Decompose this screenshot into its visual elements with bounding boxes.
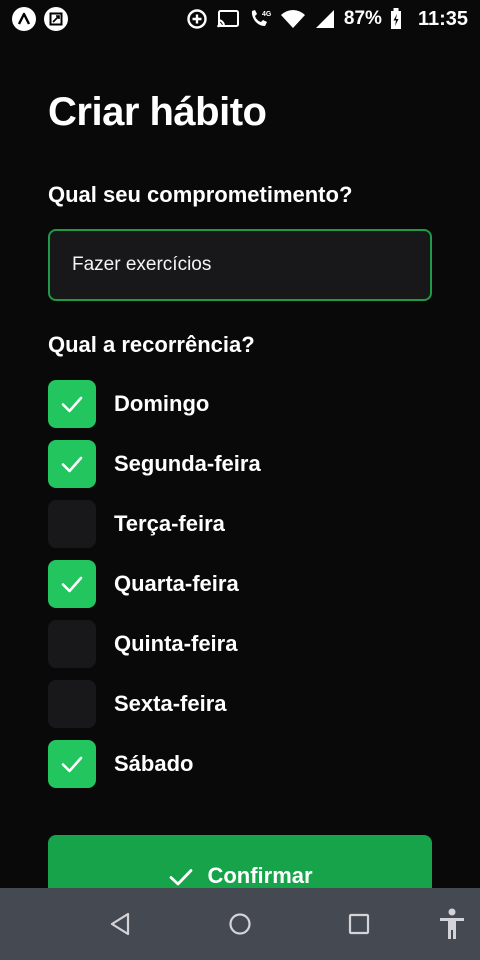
clock: 11:35	[417, 7, 468, 30]
wifi-call-icon: 4G	[248, 8, 272, 30]
signal-icon	[314, 9, 336, 29]
day-row-terca[interactable]: Terça-feira	[48, 500, 225, 548]
checkbox-quarta[interactable]	[48, 560, 96, 608]
day-row-segunda[interactable]: Segunda-feira	[48, 440, 261, 488]
status-bar-left	[12, 7, 68, 31]
day-row-sabado[interactable]: Sábado	[48, 740, 193, 788]
day-label: Segunda-feira	[114, 451, 261, 476]
day-label: Quarta-feira	[114, 571, 239, 596]
day-row-domingo[interactable]: Domingo	[48, 380, 209, 428]
day-label: Sábado	[114, 751, 194, 776]
box-icon	[44, 7, 68, 31]
commitment-input[interactable]: Fazer exercícios	[48, 229, 432, 301]
commitment-label: Qual seu comprometimento?	[48, 182, 353, 207]
status-bar: 4G 87% 11:35	[0, 0, 480, 38]
cast-icon	[216, 9, 240, 29]
day-label: Quinta-feira	[114, 631, 238, 656]
navigation-bar	[0, 888, 480, 960]
confirm-label: Confirmar	[207, 863, 313, 888]
add-circle-icon	[186, 8, 208, 30]
page-title: Criar hábito	[48, 90, 267, 134]
day-row-quinta[interactable]: Quinta-feira	[48, 620, 237, 668]
home-icon[interactable]	[224, 908, 256, 940]
check-icon	[61, 396, 83, 413]
day-label: Sexta-feira	[114, 691, 227, 716]
day-label: Domingo	[114, 391, 210, 416]
day-row-sexta[interactable]: Sexta-feira	[48, 680, 227, 728]
checkbox-segunda[interactable]	[48, 440, 96, 488]
checkbox-terca[interactable]	[48, 500, 96, 548]
screen: 4G 87% 11:35 Criar hábito Qual seu compr…	[0, 0, 480, 960]
accessibility-icon[interactable]	[436, 908, 468, 940]
check-icon	[61, 756, 83, 773]
check-icon	[61, 576, 83, 593]
recurrence-label: Qual a recorrência?	[48, 332, 255, 357]
back-icon[interactable]	[104, 908, 136, 940]
check-icon	[61, 456, 83, 473]
checkbox-sexta[interactable]	[48, 680, 96, 728]
wifi-icon	[280, 9, 306, 29]
checkbox-domingo[interactable]	[48, 380, 96, 428]
recents-icon[interactable]	[343, 908, 375, 940]
battery-charging-icon	[390, 8, 402, 30]
day-row-quarta[interactable]: Quarta-feira	[48, 560, 239, 608]
status-bar-right: 4G 87% 11:35	[186, 8, 468, 31]
checkbox-quinta[interactable]	[48, 620, 96, 668]
battery-percentage: 87%	[343, 8, 382, 29]
app-logo-icon	[12, 7, 36, 31]
checkbox-sabado[interactable]	[48, 740, 96, 788]
svg-text:4G: 4G	[262, 11, 272, 18]
day-label: Terça-feira	[114, 511, 225, 536]
check-icon	[167, 863, 195, 891]
